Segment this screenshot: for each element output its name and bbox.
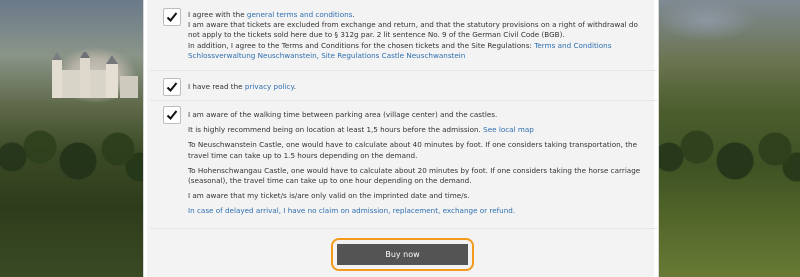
background-right-forest-photo: [657, 0, 800, 277]
walking-time-checkbox[interactable]: [163, 106, 181, 124]
section-divider: [150, 70, 657, 71]
checkmark-icon: [166, 110, 178, 120]
forest-treeline: [657, 127, 800, 277]
forest-treeline: [0, 127, 143, 277]
local-map-link[interactable]: See local map: [483, 125, 534, 134]
castle-illustration: [52, 52, 138, 98]
walking-time-consent-text: I am aware of the walking time between p…: [188, 110, 643, 217]
section-divider: [150, 228, 657, 229]
walking-time-intro: I am aware of the walking time between p…: [188, 110, 498, 119]
section-divider: [150, 100, 657, 101]
ticket-validity-text: I am aware that my ticket/s is/are only …: [188, 191, 470, 201]
checkmark-icon: [166, 12, 178, 22]
general-terms-link[interactable]: general terms and conditions: [247, 10, 353, 19]
consent-panel: I agree with the general terms and condi…: [143, 0, 659, 277]
delayed-arrival-link[interactable]: In case of delayed arrival, I have no cl…: [188, 206, 515, 215]
terms-site-regulations-prefix: In addition, I agree to the Terms and Co…: [188, 40, 535, 50]
privacy-policy-link[interactable]: privacy policy: [245, 82, 294, 91]
buy-now-focus-ring: Buy now: [331, 238, 474, 271]
terms-line1-suffix: .: [352, 10, 355, 19]
consent-panel-content: I agree with the general terms and condi…: [147, 0, 657, 277]
privacy-suffix: .: [293, 82, 296, 91]
privacy-checkbox[interactable]: [163, 78, 181, 96]
buy-now-button[interactable]: Buy now: [337, 244, 468, 265]
hohenschwangau-walking-info: To Hohenschwangau Castle, one would have…: [188, 165, 641, 186]
neuschwanstein-walking-info: To Neuschwanstein Castle, one would have…: [188, 140, 638, 160]
checkmark-icon: [166, 82, 178, 92]
background-left-castle-photo: [0, 0, 143, 277]
privacy-prefix: I have read the: [188, 82, 245, 91]
terms-exclusion-text: I am aware that tickets are excluded fro…: [188, 20, 638, 40]
privacy-consent-text: I have read the privacy policy.: [188, 82, 643, 92]
terms-line1-prefix: I agree with the: [188, 10, 247, 19]
terms-consent-text: I agree with the general terms and condi…: [188, 10, 643, 61]
arrival-recommendation: It is highly recommend being on location…: [188, 125, 484, 135]
terms-checkbox[interactable]: [163, 8, 181, 26]
